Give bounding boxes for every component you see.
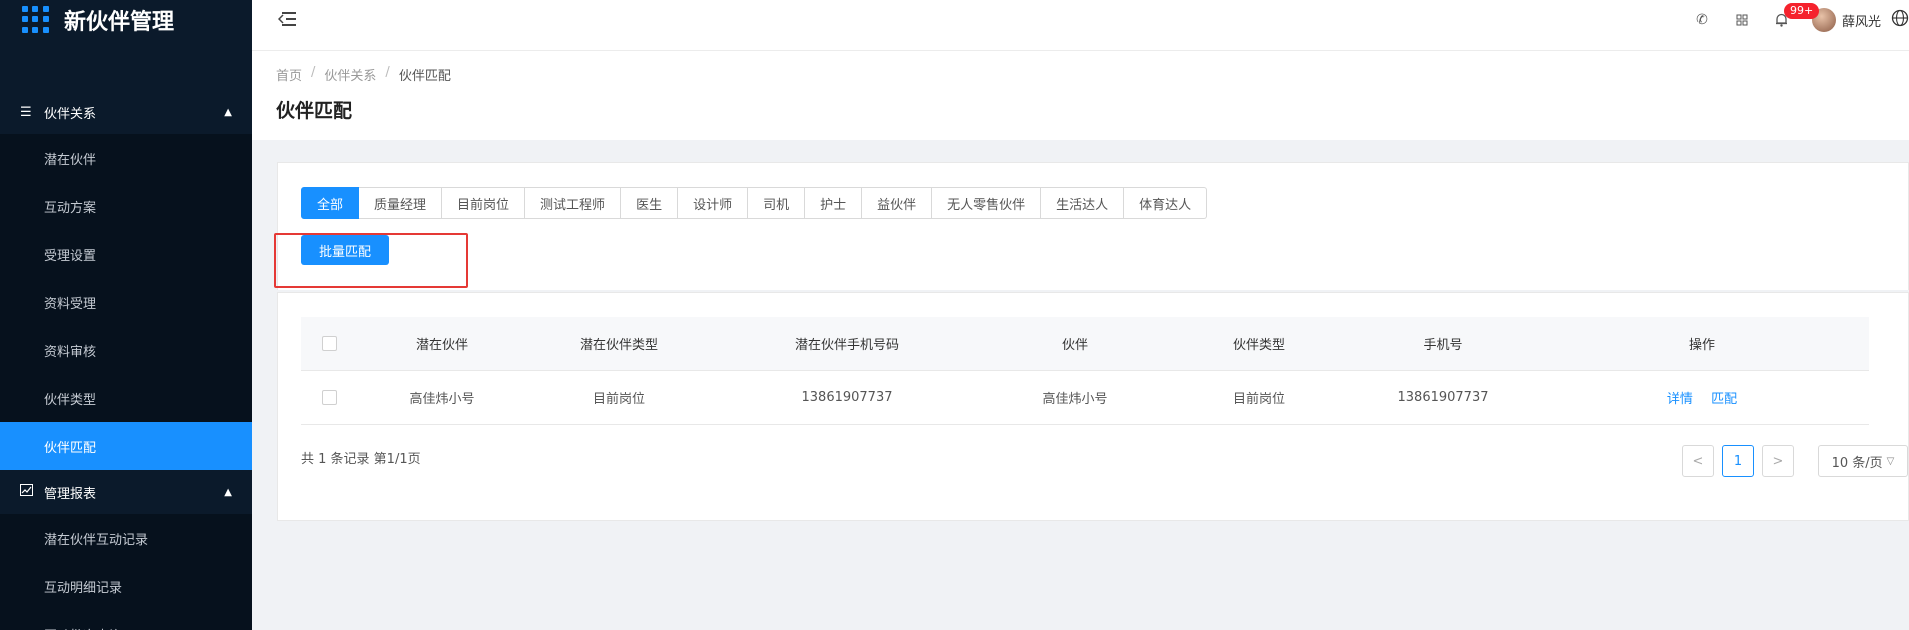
- tab-driver[interactable]: 司机: [748, 187, 806, 219]
- tab-unmanned-retail-partner[interactable]: 无人零售伙伴: [932, 187, 1042, 219]
- page-header: 首页 / 伙伴关系 / 伙伴匹配 伙伴匹配: [252, 51, 1909, 140]
- sidebar-item-batch-query[interactable]: 互动批次查询: [0, 610, 252, 630]
- sidebar-item-potential-partner[interactable]: 潜在伙伴: [0, 134, 252, 182]
- column-header: 操作: [1688, 338, 1715, 353]
- breadcrumb: 首页 / 伙伴关系 / 伙伴匹配: [276, 65, 1885, 84]
- row-checkbox[interactable]: [321, 390, 337, 405]
- sidebar-item-interaction-details[interactable]: 互动明细记录: [0, 562, 252, 610]
- menu-fold-icon[interactable]: [278, 10, 300, 30]
- filter-card: 全部 质量经理 目前岗位 测试工程师 医生 设计师 司机 护士 益伙伴 无人零售…: [277, 162, 1909, 290]
- chart-icon: [20, 484, 36, 500]
- page-size-label: 10 条/页: [1831, 455, 1883, 471]
- sidebar-item-interaction-records[interactable]: 潜在伙伴互动记录: [0, 514, 252, 562]
- sidebar-item-partner-type[interactable]: 伙伴类型: [0, 374, 252, 422]
- tab-nurse[interactable]: 护士: [805, 187, 863, 219]
- tab-lifestyle-expert[interactable]: 生活达人: [1041, 187, 1125, 219]
- header-right: ✆ 99+ 薛风光: [1682, 0, 1909, 40]
- app-grid-icon: [22, 6, 50, 34]
- breadcrumb-partner-relations[interactable]: 伙伴关系: [324, 65, 376, 84]
- app-title: 新伙伴管理: [64, 10, 175, 35]
- match-table: 潜在伙伴 潜在伙伴类型 潜在伙伴手机号码 伙伴 伙伴类型 手机号 操作 高佳炜小…: [301, 317, 1869, 425]
- menu-group-label: 伙伴关系: [44, 106, 97, 122]
- phone-icon[interactable]: ✆: [1682, 12, 1722, 28]
- grid-icon[interactable]: [1722, 14, 1762, 26]
- notification-badge: 99+: [1783, 3, 1820, 19]
- column-header: 潜在伙伴手机号码: [794, 338, 899, 353]
- table-cell: 13861907737: [801, 390, 893, 405]
- tab-designer[interactable]: 设计师: [678, 187, 749, 219]
- breadcrumb-separator: /: [311, 65, 316, 80]
- column-header: 潜在伙伴类型: [579, 338, 658, 353]
- page-button-current[interactable]: 1: [1722, 445, 1754, 477]
- table-cell: 13861907737: [1397, 390, 1489, 405]
- column-header: 伙伴: [1061, 338, 1088, 353]
- table-card: 潜在伙伴 潜在伙伴类型 潜在伙伴手机号码 伙伴 伙伴类型 手机号 操作 高佳炜小…: [277, 292, 1909, 521]
- menu-group-label: 管理报表: [44, 486, 97, 502]
- column-header: 潜在伙伴: [415, 338, 468, 353]
- tab-test-engineer[interactable]: 测试工程师: [525, 187, 622, 219]
- highlight-annotation: [274, 233, 468, 288]
- detail-link[interactable]: 详情: [1667, 392, 1693, 407]
- menu-group-reports[interactable]: 管理报表 ▲: [0, 470, 252, 514]
- tab-current-position[interactable]: 目前岗位: [442, 187, 526, 219]
- table-row: 高佳炜小号 目前岗位 13861907737 高佳炜小号 目前岗位 138619…: [301, 371, 1869, 425]
- match-link[interactable]: 匹配: [1711, 392, 1737, 407]
- tab-quality-manager[interactable]: 质量经理: [359, 187, 443, 219]
- tab-all[interactable]: 全部: [301, 187, 360, 219]
- table-cell: 高佳炜小号: [1042, 392, 1108, 407]
- user-name[interactable]: 薛风光: [1842, 11, 1881, 30]
- top-header: ✆ 99+ 薛风光: [252, 0, 1909, 51]
- menu-group-partner-relations[interactable]: ☰ 伙伴关系 ▲: [0, 90, 252, 134]
- column-header: 伙伴类型: [1232, 338, 1285, 353]
- table-header: 潜在伙伴 潜在伙伴类型 潜在伙伴手机号码 伙伴 伙伴类型 手机号 操作: [301, 317, 1869, 371]
- page-size-select[interactable]: 10 条/页 ▽: [1818, 445, 1908, 477]
- chevron-up-icon: ▲: [224, 486, 232, 498]
- bell-icon[interactable]: 99+: [1762, 3, 1820, 27]
- sidebar-item-acceptance-settings[interactable]: 受理设置: [0, 230, 252, 278]
- table-cell: 高佳炜小号: [409, 392, 475, 407]
- pagination: < 1 > 10 条/页 ▽: [1674, 445, 1908, 477]
- sidebar: 新伙伴管理 ☰ 伙伴关系 ▲ 潜在伙伴 互动方案 受理设置 资料受理 资料审核 …: [0, 0, 252, 630]
- sidebar-item-material-review[interactable]: 资料审核: [0, 326, 252, 374]
- select-all-checkbox[interactable]: [321, 336, 337, 351]
- tab-benefit-partner[interactable]: 益伙伴: [862, 187, 933, 219]
- breadcrumb-separator: /: [385, 65, 390, 80]
- sidebar-menu: ☰ 伙伴关系 ▲ 潜在伙伴 互动方案 受理设置 资料受理 资料审核 伙伴类型 伙…: [0, 90, 252, 630]
- list-icon: ☰: [20, 104, 32, 120]
- tab-sports-expert[interactable]: 体育达人: [1124, 187, 1208, 219]
- tab-doctor[interactable]: 医生: [621, 187, 679, 219]
- chevron-down-icon: ▽: [1886, 455, 1895, 467]
- record-summary: 共 1 条记录 第1/1页: [301, 452, 421, 467]
- globe-icon[interactable]: [1891, 9, 1909, 31]
- sidebar-item-material-acceptance[interactable]: 资料受理: [0, 278, 252, 326]
- next-page-button[interactable]: >: [1762, 445, 1794, 477]
- sidebar-item-partner-match[interactable]: 伙伴匹配: [0, 422, 252, 470]
- row-actions: 详情 匹配: [1535, 388, 1869, 407]
- breadcrumb-current: 伙伴匹配: [398, 69, 451, 84]
- breadcrumb-home[interactable]: 首页: [276, 65, 302, 84]
- table-cell: 目前岗位: [592, 392, 645, 407]
- prev-page-button[interactable]: <: [1682, 445, 1714, 477]
- column-header: 手机号: [1423, 338, 1463, 353]
- partner-type-tabs: 全部 质量经理 目前岗位 测试工程师 医生 设计师 司机 护士 益伙伴 无人零售…: [301, 187, 1208, 219]
- page-title: 伙伴匹配: [276, 100, 353, 122]
- chevron-up-icon: ▲: [224, 106, 232, 118]
- sidebar-item-interaction-plan[interactable]: 互动方案: [0, 182, 252, 230]
- brand: 新伙伴管理: [0, 0, 252, 40]
- table-cell: 目前岗位: [1232, 392, 1285, 407]
